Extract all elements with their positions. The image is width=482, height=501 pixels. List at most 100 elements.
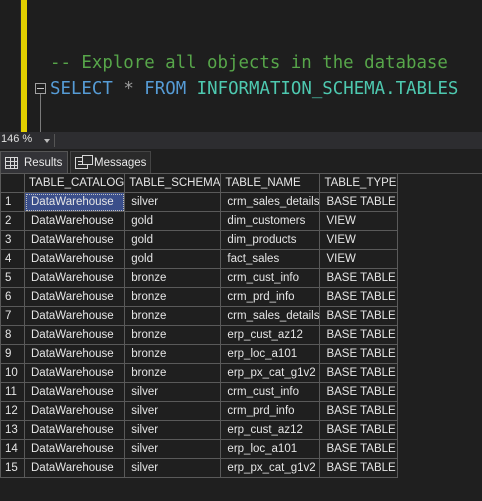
grid-cell[interactable]: silver [124, 192, 222, 212]
grid-cell[interactable]: DataWarehouse [23, 249, 126, 269]
grid-cell[interactable]: DataWarehouse [23, 268, 126, 288]
grid-cell[interactable]: BASE TABLE [319, 325, 399, 345]
zoom-level[interactable]: 146 % [1, 133, 32, 145]
tab-messages[interactable]: Messages [70, 151, 151, 173]
row-number[interactable]: 11 [0, 382, 25, 402]
tab-results[interactable]: Results [0, 151, 68, 173]
code-area[interactable]: -- Explore all objects in the database S… [27, 0, 482, 132]
grid-cell[interactable]: crm_sales_details [220, 306, 321, 326]
grid-cell[interactable]: erp_loc_a101 [220, 439, 321, 459]
row-number[interactable]: 7 [0, 306, 25, 326]
table-row[interactable]: 9 DataWarehouse bronze erp_loc_a101 BASE TAB… [0, 344, 399, 364]
grid-cell[interactable]: BASE TABLE [319, 401, 399, 421]
row-number[interactable]: 9 [0, 344, 25, 364]
grid-cell[interactable]: silver [124, 382, 222, 402]
grid-cell[interactable]: BASE TABLE [319, 268, 399, 288]
grid-cell[interactable]: bronze [124, 306, 222, 326]
results-grid[interactable]: TABLE_CATALOG TABLE_SCHEMA TABLE_NAME TA… [0, 173, 399, 478]
row-number[interactable]: 2 [0, 211, 25, 231]
grid-cell[interactable]: fact_sales [220, 249, 321, 269]
row-number[interactable]: 13 [0, 420, 25, 440]
grid-cell[interactable]: crm_sales_details [220, 192, 321, 212]
table-row[interactable]: 10 DataWarehouse bronze erp_px_cat_g1v2 BASE… [0, 363, 399, 383]
column-header[interactable]: TABLE_TYPE [319, 173, 399, 193]
grid-cell[interactable]: gold [124, 211, 222, 231]
table-row[interactable]: 11 DataWarehouse silver crm_cust_info BASE T… [0, 382, 399, 402]
collapse-toggle-icon[interactable] [35, 83, 46, 94]
table-row[interactable]: 13 DataWarehouse silver erp_cust_az12 BASE T… [0, 420, 399, 440]
table-row[interactable]: 3 DataWarehouse gold dim_products VIEW [0, 230, 399, 250]
grid-cell[interactable]: gold [124, 249, 222, 269]
grid-cell[interactable]: silver [124, 439, 222, 459]
row-number[interactable]: 15 [0, 458, 25, 478]
column-header[interactable]: TABLE_NAME [220, 173, 321, 193]
grid-cell[interactable]: bronze [124, 363, 222, 383]
grid-cell[interactable]: DataWarehouse [23, 287, 126, 307]
row-number[interactable]: 3 [0, 230, 25, 250]
grid-cell[interactable]: dim_customers [220, 211, 321, 231]
grid-cell[interactable]: DataWarehouse [23, 211, 126, 231]
query-editor[interactable]: -- Explore all objects in the database S… [0, 0, 482, 132]
table-row[interactable]: 4 DataWarehouse gold fact_sales VIEW [0, 249, 399, 269]
row-number[interactable]: 10 [0, 363, 25, 383]
grid-cell[interactable]: DataWarehouse [23, 458, 126, 478]
column-header[interactable]: TABLE_SCHEMA [124, 173, 222, 193]
grid-cell[interactable]: BASE TABLE [319, 439, 399, 459]
grid-cell[interactable]: BASE TABLE [319, 192, 399, 212]
table-row[interactable]: 1 DataWarehouse silver crm_sales_details BAS… [0, 192, 399, 212]
row-number[interactable]: 1 [0, 192, 25, 212]
column-header[interactable]: TABLE_CATALOG [23, 173, 126, 193]
grid-cell[interactable]: BASE TABLE [319, 420, 399, 440]
grid-cell[interactable]: bronze [124, 344, 222, 364]
grid-cell[interactable]: bronze [124, 287, 222, 307]
table-row[interactable]: 2 DataWarehouse gold dim_customers VIEW [0, 211, 399, 231]
grid-corner[interactable] [0, 173, 25, 193]
row-number[interactable]: 6 [0, 287, 25, 307]
grid-cell[interactable]: crm_cust_info [220, 268, 321, 288]
grid-cell[interactable]: gold [124, 230, 222, 250]
row-number[interactable]: 12 [0, 401, 25, 421]
grid-cell[interactable]: BASE TABLE [319, 287, 399, 307]
grid-cell[interactable]: DataWarehouse [23, 420, 126, 440]
grid-cell[interactable]: bronze [124, 268, 222, 288]
table-row[interactable]: 14 DataWarehouse silver erp_loc_a101 BASE TA… [0, 439, 399, 459]
grid-cell[interactable]: BASE TABLE [319, 363, 399, 383]
grid-cell[interactable]: silver [124, 401, 222, 421]
grid-cell[interactable]: DataWarehouse [23, 325, 126, 345]
grid-cell[interactable]: DataWarehouse [23, 230, 126, 250]
grid-cell[interactable]: DataWarehouse [23, 401, 126, 421]
table-row[interactable]: 5 DataWarehouse bronze crm_cust_info BASE TA… [0, 268, 399, 288]
grid-cell[interactable]: crm_prd_info [220, 401, 321, 421]
grid-cell[interactable]: crm_cust_info [220, 382, 321, 402]
table-row[interactable]: 8 DataWarehouse bronze erp_cust_az12 BASE TA… [0, 325, 399, 345]
grid-cell[interactable]: erp_cust_az12 [220, 420, 321, 440]
grid-cell[interactable]: silver [124, 458, 222, 478]
grid-cell[interactable]: BASE TABLE [319, 382, 399, 402]
table-row[interactable]: 6 DataWarehouse bronze crm_prd_info BASE TAB… [0, 287, 399, 307]
grid-cell[interactable]: DataWarehouse [23, 439, 126, 459]
grid-cell[interactable]: erp_loc_a101 [220, 344, 321, 364]
grid-cell[interactable]: DataWarehouse [23, 192, 126, 212]
zoom-dropdown-icon[interactable] [44, 139, 50, 143]
table-row[interactable]: 7 DataWarehouse bronze crm_sales_details BAS… [0, 306, 399, 326]
grid-cell[interactable]: DataWarehouse [23, 306, 126, 326]
grid-cell[interactable]: VIEW [319, 211, 399, 231]
grid-cell[interactable]: BASE TABLE [319, 306, 399, 326]
grid-cell[interactable]: crm_prd_info [220, 287, 321, 307]
grid-cell[interactable]: BASE TABLE [319, 344, 399, 364]
grid-cell[interactable]: VIEW [319, 230, 399, 250]
grid-cell[interactable]: erp_px_cat_g1v2 [220, 363, 321, 383]
grid-cell[interactable]: bronze [124, 325, 222, 345]
grid-cell[interactable]: DataWarehouse [23, 382, 126, 402]
table-row[interactable]: 15 DataWarehouse silver erp_px_cat_g1v2 BASE… [0, 458, 399, 478]
row-number[interactable]: 8 [0, 325, 25, 345]
row-number[interactable]: 4 [0, 249, 25, 269]
grid-cell[interactable]: BASE TABLE [319, 458, 399, 478]
grid-cell[interactable]: dim_products [220, 230, 321, 250]
grid-cell[interactable]: silver [124, 420, 222, 440]
grid-cell[interactable]: erp_cust_az12 [220, 325, 321, 345]
row-number[interactable]: 5 [0, 268, 25, 288]
row-number[interactable]: 14 [0, 439, 25, 459]
grid-cell[interactable]: VIEW [319, 249, 399, 269]
grid-cell[interactable]: erp_px_cat_g1v2 [220, 458, 321, 478]
